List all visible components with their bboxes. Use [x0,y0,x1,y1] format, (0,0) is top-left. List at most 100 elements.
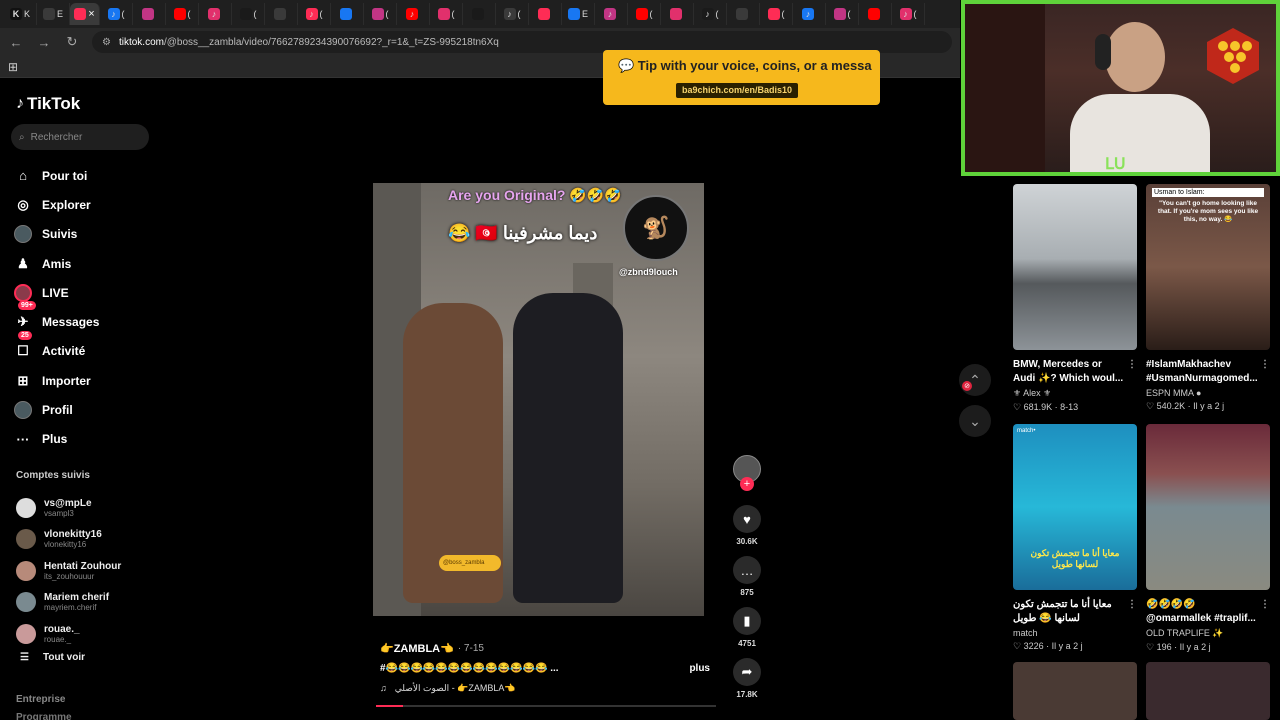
sidebar-item-label: Plus [42,432,68,447]
browser-tab[interactable]: ♪ [199,3,232,25]
video-thumbnail[interactable] [1146,662,1270,720]
card-author[interactable]: ⚜ Alex ⚜ [1013,388,1137,399]
card-author[interactable]: OLD TRAPLIFE ✨ [1146,628,1270,639]
previous-video-button[interactable]: ⌃ [959,364,991,396]
sidebar-item-suivis[interactable]: ● Suivis [14,220,99,249]
more-options-icon[interactable]: ⋮ [1260,358,1270,386]
like-button[interactable]: ♥ 30.6K [730,505,764,546]
browser-tab[interactable] [661,3,694,25]
back-icon[interactable]: ← [8,34,24,50]
video-thumbnail[interactable]: Usman to Islam: "You can't go home lookin… [1146,184,1270,350]
see-all-button[interactable]: ☰ Tout voir [20,652,85,663]
browser-tab[interactable]: ♪ [397,3,430,25]
following-account[interactable]: Hentati Zouhour its_zouhouuur [16,555,121,587]
browser-tab[interactable]: ( [760,3,793,25]
following-account[interactable]: Mariem cherif mayriem.cherif [16,587,121,619]
browser-tab[interactable] [463,3,496,25]
browser-tab[interactable] [265,3,298,25]
card-title[interactable]: BMW, Mercedes or Audi ✨? Which woul... [1013,358,1125,386]
sidebar-item-amis[interactable]: ♟ Amis [14,249,99,278]
more-options-icon[interactable]: ⋮ [1260,598,1270,626]
close-tab-icon[interactable]: × [88,8,94,20]
sidebar-item-importer[interactable]: ⊞ Importer [14,366,99,395]
browser-tab[interactable]: KK [4,3,37,25]
following-account[interactable]: rouae._ rouae._ [16,618,121,650]
browser-tab[interactable] [133,3,166,25]
card-title[interactable]: #IslamMakhachev #UsmanNurmagomed... [1146,358,1258,386]
more-options-icon[interactable]: ⋮ [1127,598,1137,626]
browser-tab[interactable] [331,3,364,25]
account-handle: rouae._ [44,634,72,644]
browser-tab[interactable] [529,3,562,25]
following-account[interactable]: vlonekitty16 vlonekitty16 [16,524,121,556]
browser-tab[interactable]: ( [166,3,199,25]
video-thumbnail[interactable] [1146,424,1270,590]
share-button[interactable]: ➦ 17.8K [730,658,764,699]
reload-icon[interactable]: ↻ [64,34,80,50]
video-thumbnail[interactable] [1013,184,1137,350]
follow-plus-icon[interactable]: + [740,477,754,491]
site-settings-icon[interactable]: ⚙ [102,37,111,48]
video-progress-bar[interactable] [376,705,716,707]
browser-tab[interactable]: ( [628,3,661,25]
browser-tab[interactable]: ♪( [694,3,727,25]
feed-card[interactable]: 🤣🤣🤣🤣 @omarmallek #traplif... ⋮ OLD TRAPLIF… [1146,424,1270,653]
video-author[interactable]: 👉ZAMBLA👈 [380,642,454,655]
search-input[interactable]: ⌕ Rechercher [11,124,149,150]
browser-tab[interactable]: ♪( [496,3,529,25]
save-button[interactable]: ▮ 4751 [730,607,764,648]
apps-grid-icon[interactable]: ⊞ [8,60,18,74]
browser-tab[interactable]: ♪( [892,3,925,25]
card-author[interactable]: ESPN MMA ● [1146,388,1270,398]
browser-tab[interactable]: ( [364,3,397,25]
browser-tab[interactable]: ( [430,3,463,25]
footer-link-business[interactable]: Entreprise [16,694,65,705]
more-options-icon[interactable]: ⋮ [1127,358,1137,386]
browser-tab[interactable]: × [70,3,100,25]
sidebar-item-explorer[interactable]: ◎ Explorer [14,190,99,219]
browser-tab[interactable] [859,3,892,25]
browser-tab[interactable]: ♪ [595,3,628,25]
next-video-button[interactable]: ⌄ [959,405,991,437]
upload-icon: ⊞ [17,372,29,388]
sidebar-item-plus[interactable]: ··· Plus [14,425,99,454]
following-section-title: Comptes suivis [16,470,90,481]
video-player[interactable]: Are you Original? 🤣🤣🤣 😂 🇹🇳 ديما مشرفينا … [373,183,704,616]
browser-tab[interactable]: ♪( [100,3,133,25]
feed-card[interactable]: match• معايا أنا ما تتجمش تكون لسانها طوي… [1013,424,1137,652]
sidebar-item-activit[interactable]: ☐ 25 Activité [14,330,99,366]
heart-icon[interactable]: ♥ [733,505,761,533]
webcam-overlay: ᒪᑌ [961,0,1280,176]
card-title[interactable]: 🤣🤣🤣🤣 @omarmallek #traplif... [1146,598,1258,626]
browser-tab[interactable] [727,3,760,25]
tab-label: ( [187,9,191,19]
bookmark-icon[interactable]: ▮ [733,607,761,635]
footer-link-program[interactable]: Programme [16,712,72,720]
more-link[interactable]: plus [689,663,710,674]
tiktok-logo[interactable]: ♪ TikTok [16,94,80,114]
browser-tab[interactable]: E [562,3,595,25]
feed-card[interactable]: BMW, Mercedes or Audi ✨? Which woul... ⋮ ⚜… [1013,184,1137,413]
video-thumbnail[interactable] [1013,662,1137,720]
music-title[interactable]: الصوت الأصلي - 👉ZAMBLA👈 [395,683,516,694]
sidebar-item-pourtoi[interactable]: ⌂ Pour toi [14,161,99,190]
tab-label: E [581,9,588,19]
browser-tab[interactable]: ( [232,3,265,25]
video-thumbnail[interactable]: match• معايا أنا ما تتجمش تكون لسانها طوي… [1013,424,1137,590]
sidebar-item-profil[interactable]: ● Profil [14,395,99,424]
feed-card[interactable]: Usman to Islam: "You can't go home lookin… [1146,184,1270,412]
comment-button[interactable]: … 875 [730,556,764,597]
tab-label: ( [385,9,389,19]
browser-tab[interactable]: ♪ [793,3,826,25]
browser-tab[interactable]: E [37,3,70,25]
author-avatar[interactable]: + [730,455,764,491]
comment-icon[interactable]: … [733,556,761,584]
browser-tab[interactable]: ( [826,3,859,25]
forward-icon[interactable]: → [36,34,52,50]
share-icon[interactable]: ➦ [733,658,761,686]
card-title[interactable]: معايا أنا ما تتجمش تكون لسانها 😂 طويل [1013,598,1125,626]
card-author[interactable]: match [1013,628,1137,638]
browser-tab[interactable]: ♪( [298,3,331,25]
following-account[interactable]: vs@mpLe vsampl3 [16,492,121,524]
tab-favicon-icon: ♪ [406,8,418,20]
